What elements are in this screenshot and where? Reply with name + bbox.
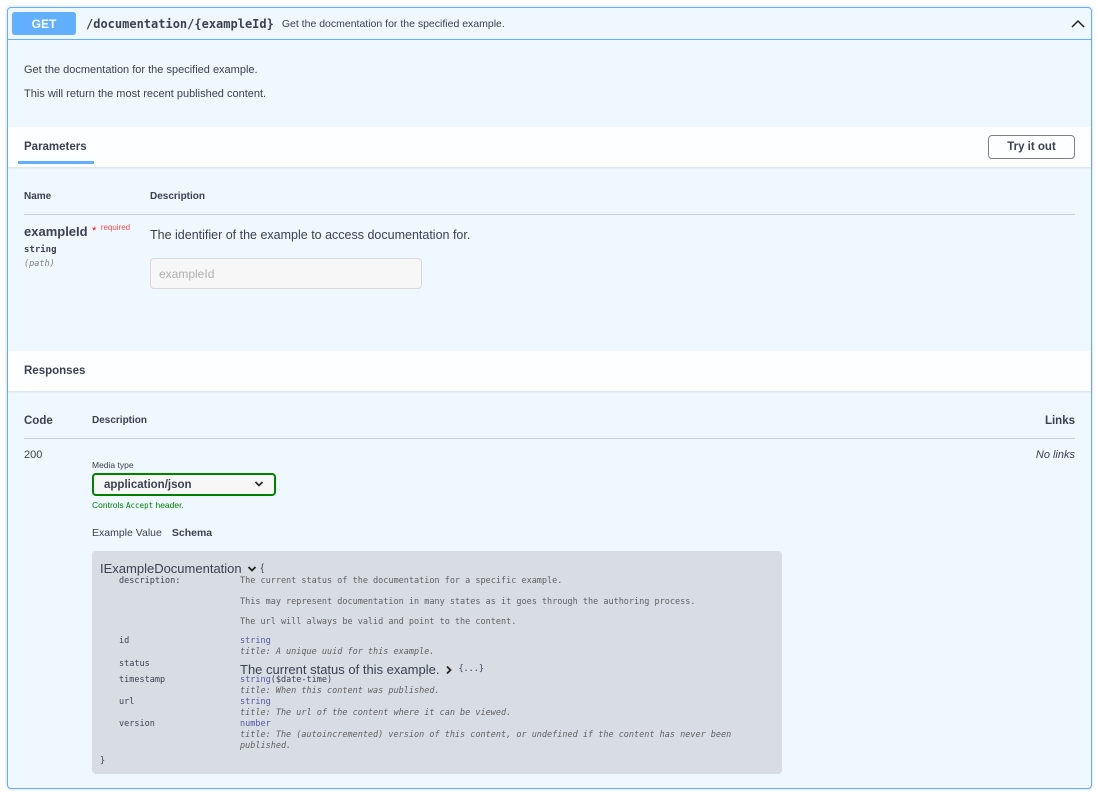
required-label: required: [100, 223, 131, 232]
parameter-location: (path): [24, 259, 55, 269]
schema-model-box: IExampleDocumentation { description: The…: [92, 551, 782, 774]
property-row-url: url string title: The url of the content…: [100, 697, 774, 719]
response-links: No links: [1035, 449, 1075, 461]
parameter-type: string: [24, 245, 57, 255]
response-code: 200: [24, 449, 43, 461]
chevron-down-icon: [247, 565, 257, 573]
chevron-right-icon: [445, 665, 453, 675]
property-key: description:: [119, 576, 181, 586]
parameters-header: Parameters Try it out: [8, 127, 1091, 167]
example-schema-tabs: Example Value Schema: [92, 527, 782, 539]
property-key: status: [119, 659, 150, 669]
http-method-badge: GET: [12, 12, 76, 35]
media-type-note: Controls Accept header.: [92, 500, 782, 510]
property-key: url: [119, 697, 135, 707]
tab-example-value[interactable]: Example Value: [92, 527, 162, 539]
tab-parameters-label: Parameters: [24, 141, 87, 153]
description-line: This will return the most recent publish…: [24, 88, 267, 100]
responses-table: Code Description Links 200 Media type ap…: [8, 391, 1091, 774]
model-toggle[interactable]: IExampleDocumentation {: [100, 561, 774, 576]
media-note-code: Accept: [126, 501, 154, 510]
operation-path[interactable]: /documentation/{exampleId}: [86, 17, 274, 31]
response-description-cell: Media type application/json Controls Acc…: [92, 449, 782, 774]
media-type-value: application/json: [104, 478, 192, 491]
operation-block-get-documentation: GET /documentation/{exampleId} Get the d…: [7, 7, 1092, 789]
open-brace: {: [260, 563, 264, 574]
model-description-row: description: The current status of the d…: [100, 576, 774, 636]
tab-parameters[interactable]: Parameters: [18, 127, 94, 167]
tab-schema[interactable]: Schema: [172, 527, 212, 539]
column-header-links: Links: [1044, 415, 1075, 427]
parameter-description: The identifier of the example to access …: [150, 228, 471, 242]
parameter-name-cell: exampleId * required string (path): [24, 223, 150, 289]
parameters-table-header: Name Description: [24, 191, 1075, 215]
example-id-input[interactable]: [150, 258, 422, 289]
property-row-version: version number title: The (autoincrement…: [100, 719, 774, 752]
media-type-select[interactable]: application/json: [92, 473, 276, 496]
try-it-out-button[interactable]: Try it out: [988, 135, 1075, 159]
operation-summary[interactable]: GET /documentation/{exampleId} Get the d…: [8, 8, 1091, 40]
property-title: title: The url of the content where it c…: [240, 708, 512, 718]
operation-summary-text: Get the docmentation for the specified e…: [281, 17, 505, 30]
media-note-prefix: Controls: [92, 500, 127, 510]
model-description-line: The url will always be valid and point t…: [240, 617, 517, 627]
property-row-status: status The current status of this exampl…: [100, 659, 774, 677]
model-description-line: The current status of the documentation …: [240, 576, 563, 586]
column-header-description: Description: [92, 415, 148, 426]
chevron-down-icon: [254, 479, 264, 491]
column-header-name: Name: [24, 191, 52, 202]
property-key: version: [119, 719, 155, 729]
parameter-row: exampleId * required string (path) The i…: [24, 215, 1075, 289]
media-note-suffix: header.: [153, 500, 184, 510]
property-type: string: [240, 675, 271, 685]
parameter-description-cell: The identifier of the example to access …: [150, 223, 470, 289]
operation-description: Get the docmentation for the specified e…: [8, 40, 1091, 127]
parameter-name: exampleId: [24, 224, 88, 239]
responses-title: Responses: [24, 365, 86, 377]
property-title: title: A unique uuid for this example.: [240, 647, 435, 657]
property-row-id: id string title: A unique uuid for this …: [100, 636, 774, 658]
property-row-timestamp: timestamp string($date-time) title: When…: [100, 675, 774, 697]
status-ref-title: The current status of this example.: [240, 662, 440, 677]
property-title: title: When this content was published.: [240, 686, 440, 696]
responses-table-header: Code Description Links: [24, 415, 1075, 439]
model-description: The current status of the documentation …: [240, 576, 774, 636]
close-brace: }: [100, 756, 106, 766]
parameters-table: Name Description exampleId * required st…: [8, 167, 1091, 351]
property-type: number: [240, 719, 271, 729]
property-key: timestamp: [119, 675, 166, 685]
model-name: IExampleDocumentation: [100, 561, 242, 576]
column-header-code: Code: [24, 415, 53, 427]
collapsed-object: {...}: [458, 664, 485, 674]
responses-header: Responses: [8, 351, 1091, 391]
description-line: Get the docmentation for the specified e…: [24, 64, 258, 76]
property-format: ($date-time): [270, 675, 333, 685]
model-description-line: This may represent documentation in many…: [240, 596, 696, 607]
required-star: *: [92, 225, 97, 237]
response-row: 200 Media type application/json Controls…: [24, 439, 1075, 774]
property-type: string: [240, 636, 271, 646]
property-key: id: [119, 636, 130, 646]
column-header-description: Description: [150, 191, 206, 202]
media-type-label: Media type: [92, 460, 134, 470]
status-model-toggle[interactable]: The current status of this example. {...…: [240, 659, 774, 677]
property-type: string: [240, 697, 271, 707]
property-title: title: The (autoincremented) version of …: [240, 730, 732, 751]
chevron-up-icon[interactable]: [1069, 15, 1087, 33]
